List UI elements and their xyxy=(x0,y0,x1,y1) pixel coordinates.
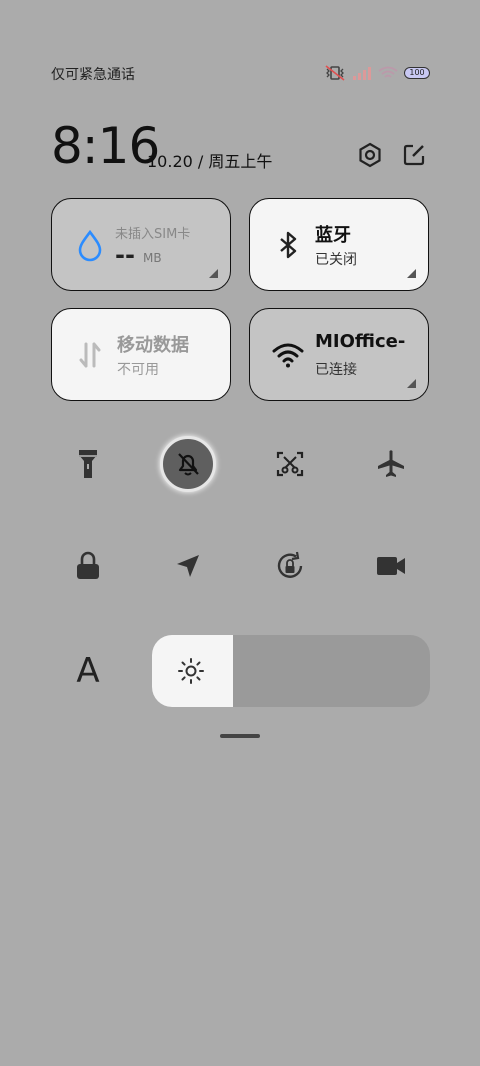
battery-indicator: 100 xyxy=(404,67,430,79)
lock-icon xyxy=(77,551,99,579)
wifi-network-name: MIOffice- xyxy=(315,331,406,352)
screenshot-scissors-icon xyxy=(276,451,304,477)
edit-icon xyxy=(403,144,425,166)
airplane-icon xyxy=(378,450,404,477)
screen-recorder-toggle[interactable] xyxy=(363,538,419,594)
status-icons: 100 xyxy=(324,65,430,81)
data-arrows-icon xyxy=(79,342,101,368)
bluetooth-icon xyxy=(280,231,297,259)
settings-button[interactable] xyxy=(357,142,383,168)
clock-date: 10.20 / 周五上午 xyxy=(147,152,273,171)
vibrate-off-icon xyxy=(325,65,345,81)
expand-corner-icon xyxy=(407,269,416,278)
lock-screen-toggle[interactable] xyxy=(60,538,116,594)
signal-icon xyxy=(353,67,371,80)
carrier-status: 仅可紧急通话 xyxy=(51,67,135,83)
mobile-data-status: 不可用 xyxy=(117,362,159,378)
data-usage-unit: MB xyxy=(143,251,162,265)
expand-corner-icon xyxy=(407,379,416,388)
screenshot-toggle[interactable] xyxy=(262,436,318,492)
wifi-status: 已连接 xyxy=(315,362,357,378)
mute-bell-icon xyxy=(178,453,199,476)
bluetooth-title: 蓝牙 xyxy=(315,225,351,246)
brightness-slider[interactable] xyxy=(152,635,430,707)
location-toggle[interactable] xyxy=(160,538,216,594)
drag-handle[interactable] xyxy=(220,734,260,738)
mobile-data-title: 移动数据 xyxy=(117,335,189,356)
mobile-data-usage-tile[interactable]: 未插入SIM卡 -- MB xyxy=(51,198,231,291)
edit-button[interactable] xyxy=(401,142,427,168)
bluetooth-tile[interactable]: 蓝牙 已关闭 xyxy=(249,198,429,291)
water-drop-icon xyxy=(78,229,102,262)
wifi-tile[interactable]: MIOffice- 已连接 xyxy=(249,308,429,401)
brightness-sun-icon xyxy=(178,658,204,684)
airplane-mode-toggle[interactable] xyxy=(363,436,419,492)
bluetooth-status: 已关闭 xyxy=(315,252,357,268)
font-size-button[interactable]: A xyxy=(63,644,113,698)
rotation-lock-icon xyxy=(277,551,303,578)
gear-icon xyxy=(359,142,381,168)
clock-time: 8:16 xyxy=(51,117,160,175)
clock-row: 8:16 10.20 / 周五上午 xyxy=(51,118,431,178)
location-icon xyxy=(177,555,199,577)
sim-status-label: 未插入SIM卡 xyxy=(115,227,191,242)
flashlight-icon xyxy=(79,450,97,478)
video-camera-icon xyxy=(377,557,405,575)
wifi-icon xyxy=(272,343,304,368)
mute-toggle[interactable] xyxy=(160,436,216,492)
wifi-status-icon xyxy=(378,66,398,78)
flashlight-toggle[interactable] xyxy=(60,436,116,492)
status-bar: 仅可紧急通话 100 xyxy=(0,62,480,84)
data-usage-value: -- xyxy=(115,241,135,269)
rotation-lock-toggle[interactable] xyxy=(262,538,318,594)
expand-corner-icon xyxy=(209,269,218,278)
mobile-data-tile[interactable]: 移动数据 不可用 xyxy=(51,308,231,401)
